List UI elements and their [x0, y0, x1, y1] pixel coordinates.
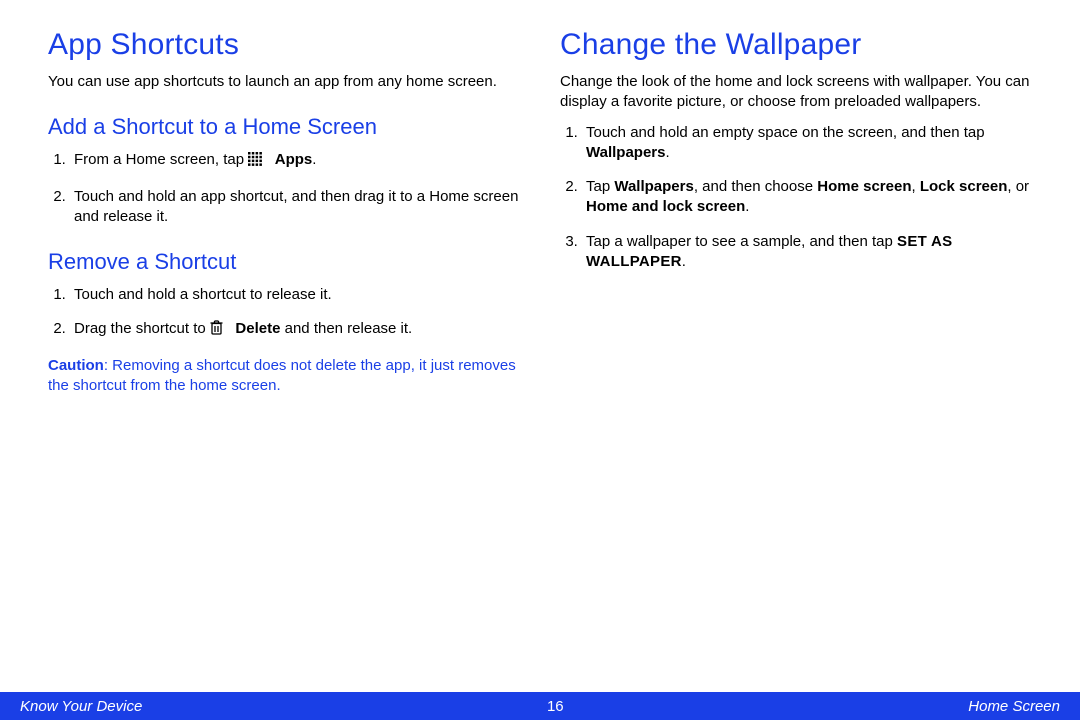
apps-label: Apps	[275, 151, 313, 168]
page-footer: Know Your Device 16 Home Screen	[0, 692, 1080, 720]
caution-label: Caution	[48, 357, 104, 374]
heading-add-shortcut: Add a Shortcut to a Home Screen	[48, 114, 520, 140]
intro-app-shortcuts: You can use app shortcuts to launch an a…	[48, 72, 520, 92]
right-column: Change the Wallpaper Change the look of …	[560, 28, 1032, 396]
wallpapers-label-1: Wallpapers	[586, 144, 665, 161]
wallpaper-step-3: Tap a wallpaper to see a sample, and the…	[582, 232, 1032, 273]
delete-label: Delete	[235, 320, 280, 337]
caution-text: : Removing a shortcut does not delete th…	[48, 357, 516, 394]
w2e: ,	[911, 178, 919, 195]
add-step-2: Touch and hold an app shortcut, and then…	[70, 187, 520, 228]
caution-note: Caution: Removing a shortcut does not de…	[48, 356, 520, 397]
apps-grid-icon	[248, 152, 262, 172]
footer-right: Home Screen	[968, 698, 1060, 715]
w3c: .	[682, 253, 686, 270]
heading-change-wallpaper: Change the Wallpaper	[560, 28, 1032, 62]
add-step-1: From a Home screen, tap Apps.	[70, 150, 520, 172]
home-and-lock-option: Home and lock screen	[586, 198, 745, 215]
two-column-layout: App Shortcuts You can use app shortcuts …	[48, 28, 1032, 396]
wallpaper-step-1-text-a: Touch and hold an empty space on the scr…	[586, 124, 985, 141]
home-screen-option: Home screen	[817, 178, 911, 195]
wallpapers-label-2: Wallpapers	[614, 178, 693, 195]
remove-step-2-text-a: Drag the shortcut to	[74, 320, 210, 337]
w2g: , or	[1007, 178, 1029, 195]
w3a: Tap a wallpaper to see a sample, and the…	[586, 233, 897, 250]
add-step-1-text-a: From a Home screen, tap	[74, 151, 248, 168]
wallpaper-steps: Touch and hold an empty space on the scr…	[560, 123, 1032, 273]
w2i: .	[745, 198, 749, 215]
trash-icon	[210, 320, 223, 341]
heading-remove-shortcut: Remove a Shortcut	[48, 249, 520, 275]
remove-step-2: Drag the shortcut to	[70, 319, 520, 341]
remove-step-1: Touch and hold a shortcut to release it.	[70, 285, 520, 305]
remove-step-2-text-c: and then release it.	[280, 320, 412, 337]
intro-change-wallpaper: Change the look of the home and lock scr…	[560, 72, 1032, 113]
w2a: Tap	[586, 178, 614, 195]
wallpaper-step-1-text-c: .	[665, 144, 669, 161]
heading-app-shortcuts: App Shortcuts	[48, 28, 520, 62]
add-shortcut-steps: From a Home screen, tap Apps.	[48, 150, 520, 227]
lock-screen-option: Lock screen	[920, 178, 1008, 195]
w2c: , and then choose	[694, 178, 817, 195]
page-root: App Shortcuts You can use app shortcuts …	[0, 0, 1080, 720]
remove-shortcut-steps: Touch and hold a shortcut to release it.…	[48, 285, 520, 342]
wallpaper-step-1: Touch and hold an empty space on the scr…	[582, 123, 1032, 164]
footer-page-number: 16	[547, 698, 564, 715]
add-step-1-text-c: .	[312, 151, 316, 168]
footer-left: Know Your Device	[20, 698, 142, 715]
left-column: App Shortcuts You can use app shortcuts …	[48, 28, 520, 396]
wallpaper-step-2: Tap Wallpapers, and then choose Home scr…	[582, 177, 1032, 218]
